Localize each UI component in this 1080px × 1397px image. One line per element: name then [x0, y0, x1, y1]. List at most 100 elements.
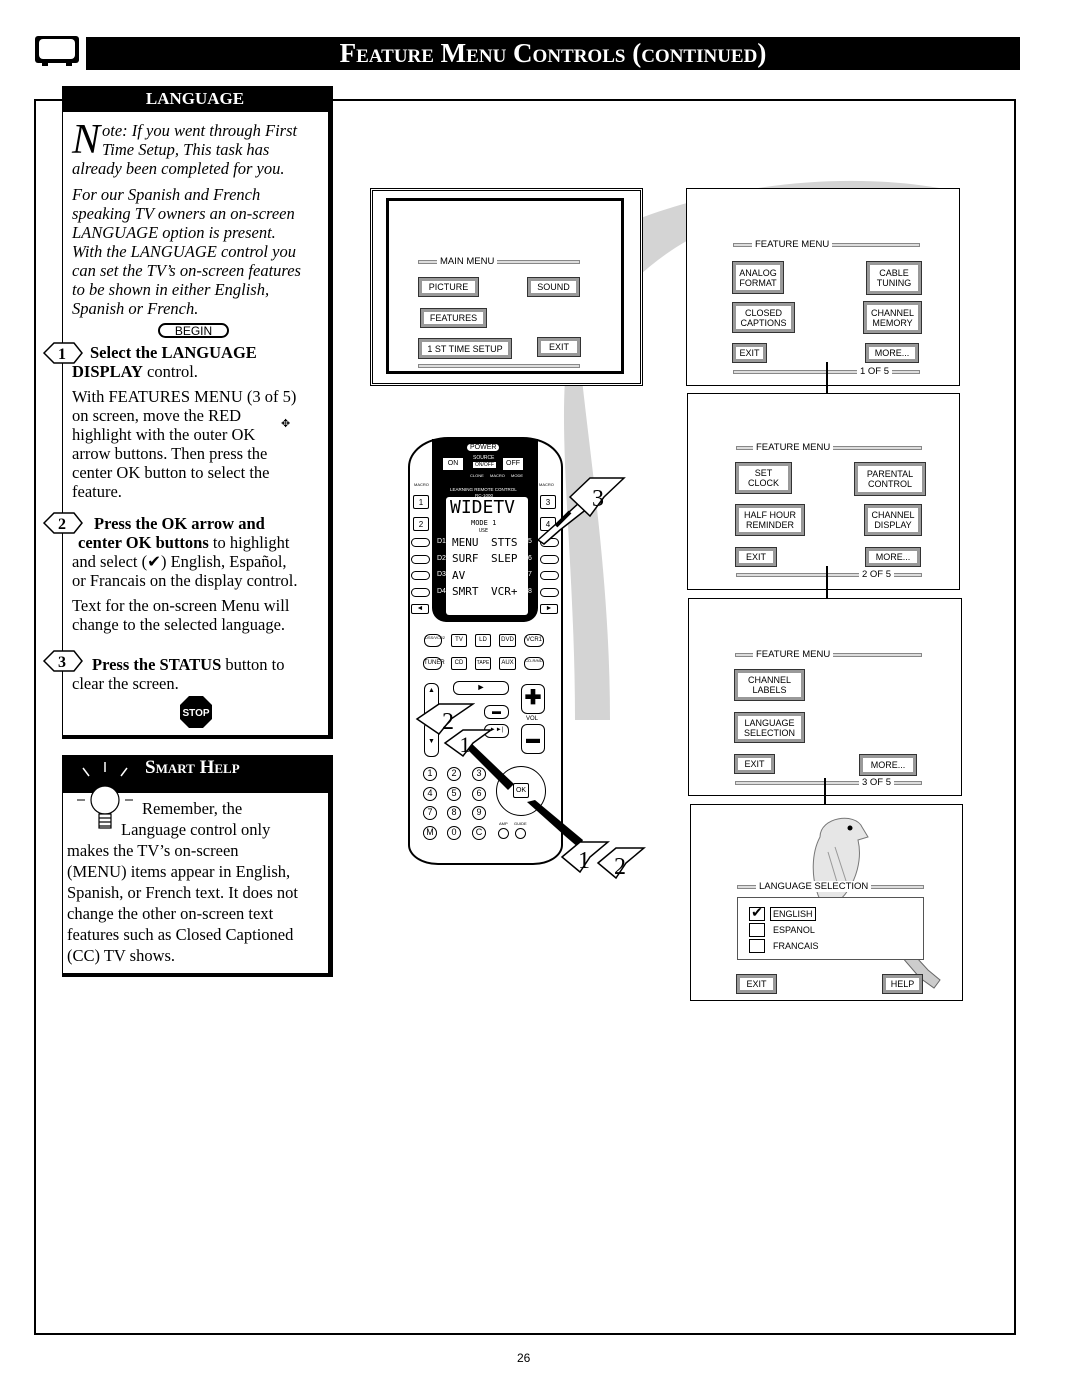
- d7-label: D7: [523, 571, 532, 578]
- volume-up-button[interactable]: ✚: [521, 684, 545, 714]
- page-left-button[interactable]: ◄: [411, 604, 429, 614]
- d8-label: D8: [523, 588, 532, 595]
- more-button[interactable]: MORE...: [859, 754, 917, 776]
- d3-label: D3: [437, 571, 446, 578]
- option-english[interactable]: ENGLISH: [770, 907, 816, 921]
- option-espanol[interactable]: ESPANOL: [773, 925, 815, 935]
- closed-captions-button[interactable]: CLOSED CAPTIONS: [732, 302, 795, 333]
- source-ld[interactable]: LD: [475, 634, 491, 647]
- source-dvd[interactable]: DVD: [499, 634, 516, 647]
- picture-button[interactable]: PICTURE: [418, 277, 479, 297]
- source-tv[interactable]: TV: [451, 634, 467, 647]
- source-tape[interactable]: TAPE: [475, 657, 491, 670]
- half-hour-reminder-button[interactable]: HALF HOUR REMINDER: [735, 504, 805, 536]
- lcd-title: WIDETV: [450, 497, 516, 518]
- channel-labels-button[interactable]: CHANNEL LABELS: [734, 669, 805, 701]
- smart-help-line: Spanish, or French text. It does not: [67, 883, 298, 902]
- cable-tuning-button[interactable]: CABLE TUNING: [866, 261, 922, 295]
- volume-label: VOL: [526, 716, 539, 722]
- exit-button[interactable]: EXIT: [735, 547, 777, 567]
- language-options-box: [737, 897, 924, 960]
- lcd-surf[interactable]: SURF: [452, 552, 479, 565]
- key-8[interactable]: 8: [447, 806, 461, 820]
- more-button[interactable]: MORE...: [865, 547, 921, 567]
- stop-sign-icon: STOP: [180, 696, 212, 728]
- checkbox-english[interactable]: ✔: [749, 907, 765, 921]
- first-time-setup-button[interactable]: 1 ST TIME SETUP: [418, 338, 512, 359]
- d6-button[interactable]: [540, 555, 559, 564]
- d1-button[interactable]: [411, 538, 430, 547]
- macro-label: MACRO: [490, 473, 505, 478]
- key-0[interactable]: 0: [447, 826, 461, 840]
- learning-label: LEARNING REMOTE CONTROL: [450, 487, 517, 492]
- intro-line: can set the TV’s on-screen features: [72, 261, 301, 280]
- power-off-button[interactable]: OFF: [503, 458, 523, 470]
- page-title: Feature Menu Controls (continued): [86, 37, 1020, 70]
- help-button[interactable]: HELP: [882, 974, 923, 994]
- source-onoff-button[interactable]: ON/OFF: [473, 462, 496, 468]
- callout-label: 3: [592, 486, 604, 512]
- play-button[interactable]: ►: [453, 681, 509, 695]
- channel-display-button[interactable]: CHANNEL DISPLAY: [864, 504, 922, 536]
- d3-button[interactable]: [411, 571, 430, 580]
- lcd-smrt[interactable]: SMRT: [452, 585, 479, 598]
- svg-text:1: 1: [58, 346, 66, 363]
- source-cdr-md[interactable]: CD-R/MD: [524, 657, 544, 670]
- macro-1-button[interactable]: 1: [413, 495, 429, 509]
- parental-control-button[interactable]: PARENTAL CONTROL: [854, 462, 926, 496]
- source-aux[interactable]: AUX: [499, 657, 516, 670]
- d7-button[interactable]: [540, 571, 559, 580]
- page-indicator: 3 OF 5: [859, 777, 895, 788]
- lcd-av[interactable]: AV: [452, 569, 465, 582]
- set-clock-button[interactable]: SET CLOCK: [735, 462, 792, 494]
- menu-line: [418, 364, 580, 368]
- d8-button[interactable]: [540, 588, 559, 597]
- d2-button[interactable]: [411, 555, 430, 564]
- channel-memory-button[interactable]: CHANNEL MEMORY: [863, 301, 922, 334]
- checkbox-francais[interactable]: [749, 939, 765, 953]
- checkbox-espanol[interactable]: [749, 923, 765, 937]
- lcd-slep[interactable]: SLEP: [491, 552, 518, 565]
- lcd-stts[interactable]: STTS: [491, 536, 518, 549]
- key-4[interactable]: 4: [423, 787, 437, 801]
- source-cd[interactable]: CD: [451, 657, 467, 670]
- lcd-menu[interactable]: MENU: [452, 536, 479, 549]
- key-1[interactable]: 1: [423, 767, 437, 781]
- power-on-button[interactable]: ON: [443, 458, 463, 470]
- sound-button[interactable]: SOUND: [527, 277, 580, 297]
- step-2-heading: Press the OK arrow and: [94, 514, 265, 533]
- amp-button[interactable]: [498, 828, 509, 839]
- page-right-button[interactable]: ►: [540, 604, 558, 614]
- key-7[interactable]: 7: [423, 806, 437, 820]
- more-button[interactable]: MORE...: [865, 343, 919, 363]
- volume-down-button[interactable]: ▬: [521, 724, 545, 754]
- source-vcr1[interactable]: VCR1: [524, 634, 544, 647]
- callout-label: 1: [578, 848, 590, 874]
- language-selection-button[interactable]: LANGUAGE SELECTION: [734, 712, 805, 743]
- key-m[interactable]: M: [423, 826, 437, 840]
- exit-button[interactable]: EXIT: [736, 974, 777, 994]
- note-line: Time Setup, This task has: [102, 140, 270, 159]
- language-heading: LANGUAGE: [62, 86, 328, 112]
- smart-help-line: Remember, the: [142, 799, 243, 818]
- intro-line: to be shown in either English,: [72, 280, 270, 299]
- features-button[interactable]: FEATURES: [420, 308, 487, 328]
- key-9[interactable]: 9: [472, 806, 486, 820]
- intro-line: Spanish or French.: [72, 299, 199, 318]
- analog-format-button[interactable]: ANALOG FORMAT: [732, 261, 784, 294]
- source-tuner[interactable]: TUNER: [423, 657, 445, 670]
- feature-menu-title: FEATURE MENU: [752, 239, 833, 250]
- source-dss-vcr2[interactable]: DSS/VCR2: [424, 634, 445, 647]
- lcd-vcrplus[interactable]: VCR+: [491, 585, 518, 598]
- option-francais[interactable]: FRANCAIS: [773, 941, 819, 951]
- key-c[interactable]: C: [472, 826, 486, 840]
- note-initial: N: [72, 117, 101, 163]
- exit-button[interactable]: EXIT: [537, 337, 581, 357]
- feature-menu-title: FEATURE MENU: [753, 442, 834, 453]
- exit-button[interactable]: EXIT: [734, 754, 775, 774]
- stop-button[interactable]: ▬: [484, 705, 509, 719]
- exit-button[interactable]: EXIT: [732, 343, 767, 363]
- macro-2-button[interactable]: 2: [413, 517, 429, 531]
- d4-button[interactable]: [411, 588, 430, 597]
- ok-arrows-icon: ✥: [281, 418, 291, 430]
